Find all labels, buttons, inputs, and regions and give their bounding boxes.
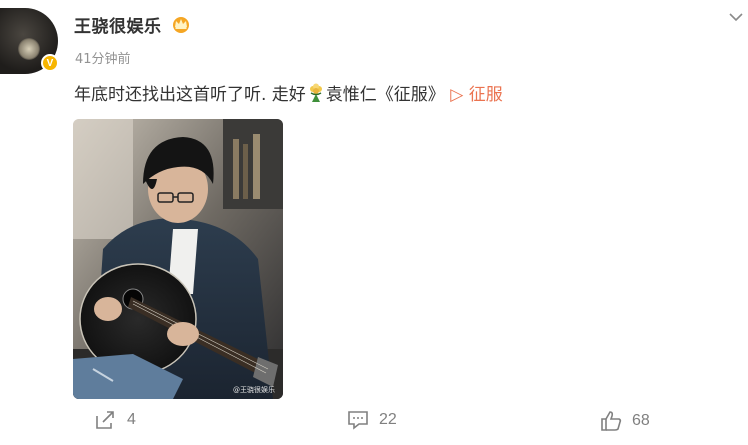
repost-icon bbox=[96, 411, 114, 429]
post-song-title: 袁惟仁《征服》 bbox=[325, 85, 445, 105]
comment-icon bbox=[348, 411, 368, 430]
username[interactable]: 王骁很娱乐 bbox=[74, 12, 162, 37]
crown-badge-icon[interactable] bbox=[171, 14, 191, 34]
flower-bouquet-icon bbox=[309, 83, 322, 102]
repost-count: 4 bbox=[127, 411, 136, 428]
repost-button[interactable]: 4 bbox=[95, 410, 136, 430]
post-text-main: 年底时还找出这首听了听. 走好 bbox=[74, 85, 306, 105]
guitarist-photo bbox=[73, 119, 283, 399]
post-timestamp[interactable]: 41分钟前 bbox=[75, 48, 131, 67]
post-image[interactable]: @王骁很娱乐 bbox=[73, 119, 283, 399]
verified-badge-icon: V bbox=[41, 54, 59, 72]
comment-button[interactable]: 22 bbox=[347, 410, 397, 430]
comment-count: 22 bbox=[379, 411, 397, 428]
image-watermark: @王骁很娱乐 bbox=[233, 386, 275, 394]
like-count: 68 bbox=[632, 412, 650, 429]
post-text: 年底时还找出这首听了听. 走好 袁惟仁《征服》 ▷ 征服 bbox=[74, 80, 503, 105]
chevron-down-icon[interactable] bbox=[727, 10, 745, 24]
music-link[interactable]: ▷ 征服 bbox=[450, 85, 502, 105]
thumbs-up-icon bbox=[601, 411, 622, 431]
avatar-photo-detail bbox=[18, 38, 40, 60]
like-button[interactable]: 68 bbox=[600, 410, 650, 432]
